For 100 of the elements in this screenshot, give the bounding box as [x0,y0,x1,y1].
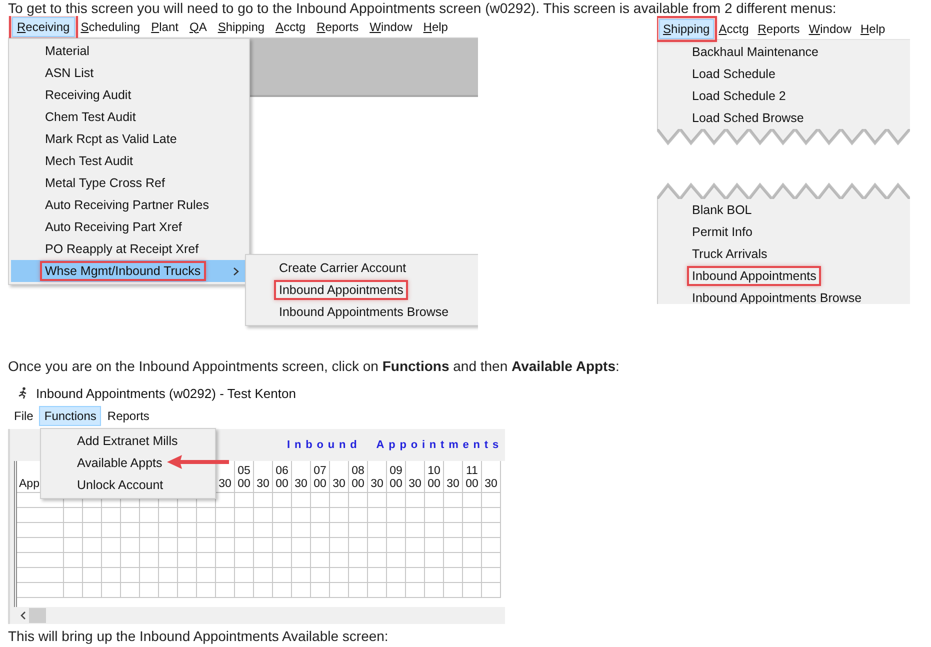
grid-cell [235,523,254,538]
grid-cell [17,538,64,553]
menu-item[interactable]: Inbound Appointments [658,265,910,287]
grid-cell [197,583,216,598]
grid-cell [159,523,178,538]
menu-item[interactable]: Load Schedule [658,63,910,85]
menu-bar-item[interactable]: Reports [754,18,804,38]
grid-cell [330,583,349,598]
grid-cell [444,553,463,568]
menu-item[interactable]: Inbound Appointments [246,279,478,301]
column-header: 30 [406,461,425,493]
grid-cell [102,583,121,598]
grid-cell [140,568,159,583]
grid-cell [463,508,482,523]
grid-cell [273,523,292,538]
menu-bar-item[interactable]: Plant [146,16,184,36]
menu-item[interactable]: Auto Receiving Partner Rules [11,194,249,216]
paragraph-text: Once you are on the Inbound Appointments screen, click on Functions and then Available Appts: [8,358,620,374]
grid-cell [311,538,330,553]
grid-cell [482,568,501,583]
grid-cell [121,508,140,523]
menu-item[interactable]: Truck Arrivals [658,243,910,265]
menu-item[interactable]: Blank BOL [658,199,910,221]
column-header: 30 [368,461,387,493]
grid-cell [197,568,216,583]
menu-item[interactable]: Create Carrier Account [246,257,478,279]
column-header: 30 [292,461,311,493]
menu-item[interactable]: Mech Test Audit [11,150,249,172]
grid-cell [273,493,292,508]
menu-item[interactable]: ASN List [11,62,249,84]
grid-cell [368,553,387,568]
menu-item[interactable]: Receiving Audit [11,84,249,106]
grid-cell [463,523,482,538]
grid-cell [83,538,102,553]
menu-item[interactable]: Mark Rcpt as Valid Late [11,128,249,150]
grid-cell [444,583,463,598]
menu-bar-item[interactable]: Shipping [212,16,270,36]
menu-item[interactable]: Load Sched Browse [658,107,910,129]
menu-item[interactable]: Backhaul Maintenance [658,41,910,63]
grid-cell [17,523,64,538]
grid-cell [368,568,387,583]
menu-bar-item[interactable]: Receiving [12,16,75,36]
grid-cell [17,583,64,598]
menu-bar-item[interactable]: File [9,406,38,426]
grid-cell [292,493,311,508]
grid-cell [159,553,178,568]
grid-cell [292,523,311,538]
grid-cell [368,538,387,553]
grid-cell [178,583,197,598]
menu-item[interactable]: PO Reapply at Receipt Xref [11,238,249,260]
grid-cell [254,568,273,583]
column-header: 30 [482,461,501,493]
grid-cell [140,553,159,568]
grid-cell [254,508,273,523]
grid-cell [64,508,83,523]
menu-item[interactable]: Load Schedule 2 [658,85,910,107]
menu-bar-item[interactable]: Reports [312,16,364,36]
grid-cell [159,508,178,523]
menu-bar-item[interactable]: Scheduling [76,16,146,36]
menu-bar-item[interactable]: Help [418,16,453,36]
grid-cell [349,553,368,568]
grid-cell [140,538,159,553]
menu-item[interactable]: Chem Test Audit [11,106,249,128]
menu-item[interactable]: Permit Info [658,221,910,243]
menu-item[interactable]: Material [11,40,249,62]
scrollbar-thumb[interactable] [29,608,46,623]
grid-cell [17,568,64,583]
grid-cell [254,553,273,568]
grid-cell [273,508,292,523]
menu-item[interactable]: Add Extranet Mills [41,430,181,452]
grid-cell [216,538,235,553]
grid-cell [482,493,501,508]
menu-bar-item[interactable]: Window [804,18,856,38]
menu-item[interactable]: Inbound Appointments Browse [246,301,478,323]
menu-bar-item[interactable]: Acctg [270,16,311,36]
grid-cell [216,523,235,538]
grid-cell [463,538,482,553]
grid-cell [178,538,197,553]
menu-bar-item[interactable]: Window [364,16,418,36]
menu-bar-item[interactable]: QA [184,16,212,36]
grid-cell [406,553,425,568]
menu-bar-item[interactable]: Acctg [714,18,753,38]
grid-cell [387,583,406,598]
menu-bar-item[interactable]: Functions [39,406,102,426]
grid-cell [482,583,501,598]
menu-bar-item[interactable]: Reports [102,406,154,426]
chevron-left-icon [20,611,26,620]
grid-cell [178,508,197,523]
grid-cell [311,523,330,538]
grid-cell [311,508,330,523]
column-header: 07 00 [311,461,330,493]
menu-item[interactable]: Metal Type Cross Ref [11,172,249,194]
grid-cell [121,568,140,583]
menu-bar-item[interactable]: Help [856,18,890,38]
grid-cell [349,568,368,583]
grid-cell [349,493,368,508]
menu-item[interactable]: Auto Receiving Part Xref [11,216,249,238]
grid-cell [102,568,121,583]
grid-cell [425,508,444,523]
grid-cell [273,568,292,583]
